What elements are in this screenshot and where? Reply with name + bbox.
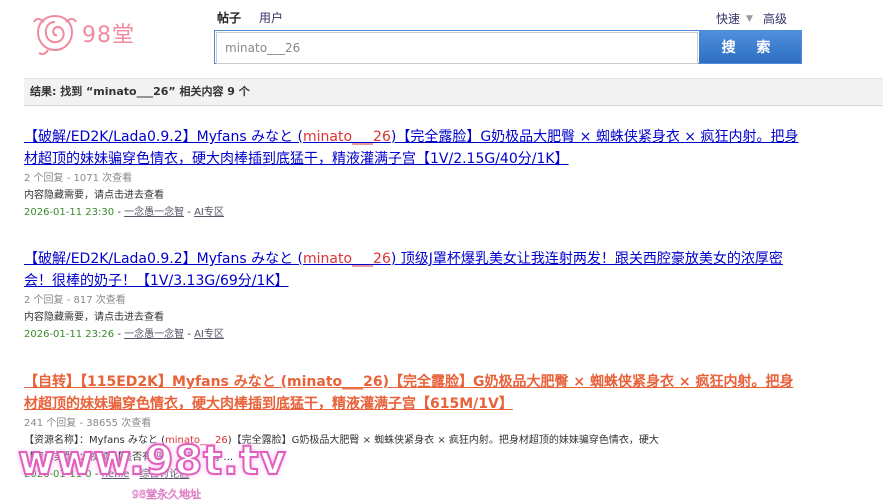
result-excerpt: 内容隐藏需要，请点击进去查看: [24, 312, 164, 323]
search-button[interactable]: 搜 索: [699, 31, 801, 63]
title-text: 【破解/ED2K/Lada0.9.2】Myfans みなと (: [24, 251, 304, 267]
title-highlight: minato___26: [303, 251, 391, 267]
author-link[interactable]: henie: [102, 469, 130, 480]
author-link[interactable]: 一念愚一念智: [124, 329, 184, 340]
result-item: 【破解/ED2K/Lada0.9.2】Myfans みなと (minato___…: [24, 248, 804, 343]
quick-search-label: 快速: [716, 12, 741, 26]
forum-link[interactable]: 综合讨论区: [139, 469, 189, 480]
watermark-subtext: 98堂永久地址: [132, 488, 202, 502]
excerpt-text: 【资源名称】：Myfans みなと (: [24, 435, 166, 446]
search-input[interactable]: [216, 32, 698, 64]
tab-users[interactable]: 用户: [259, 9, 283, 26]
result-summary: 结果: 找到 “minato___26” 相关内容 9 个: [24, 78, 883, 106]
post-date: 2026-01-11 23:30: [24, 207, 115, 218]
result-excerpt-line2: 【资源类型】：视频 【是否有码】：有码 【有 ...: [24, 452, 234, 463]
site-header: 98堂 帖子 用户 搜 索 快速 ▼ 高级: [0, 0, 883, 72]
result-info: 2026-01-11 0 - henie - 综合讨论区: [24, 466, 804, 483]
author-link[interactable]: 一念愚一念智: [124, 207, 184, 218]
advanced-search-link[interactable]: 高级: [763, 10, 787, 27]
search-box: 搜 索: [214, 30, 802, 64]
search-type-tabs: 帖子 用户: [217, 9, 301, 26]
header-links: 快速 ▼ 高级: [716, 10, 797, 27]
advanced-search-label: 高级: [762, 12, 787, 26]
result-info: 2026-01-11 23:30 - 一念愚一念智 - AI专区: [24, 204, 804, 221]
logo-text: 98堂: [82, 23, 135, 48]
rose-logo-icon: [33, 14, 77, 55]
result-excerpt: 【资源名称】：Myfans みなと (minato___26)【完全露脸】G奶极…: [24, 432, 804, 449]
caret-down-icon: ▼: [746, 13, 753, 24]
tab-posts[interactable]: 帖子: [217, 9, 241, 26]
forum-link[interactable]: AI专区: [194, 329, 224, 340]
result-item: 【自转】【115ED2K】Myfans みなと (minato___26)【完全…: [24, 371, 804, 483]
forum-link[interactable]: AI专区: [194, 207, 224, 218]
result-excerpt: 内容隐藏需要，请点击进去查看: [24, 190, 164, 201]
reply-view-count: 241 个回复 - 38655 次查看: [24, 418, 152, 429]
reply-view-count: 2 个回复 - 817 次查看: [24, 295, 126, 306]
title-text: 【破解/ED2K/Lada0.9.2】Myfans みなと (: [24, 129, 304, 145]
result-title-link[interactable]: 【自转】【115ED2K】Myfans みなと (minato___26)【完全…: [24, 371, 804, 415]
site-logo[interactable]: 98堂: [30, 10, 150, 56]
excerpt-text: )【完全露脸】G奶极品大肥臀 × 蜘蛛侠紧身衣 × 疯狂内射。把身材超顶的妹妹骗…: [227, 435, 659, 446]
result-item: 【破解/ED2K/Lada0.9.2】Myfans みなと (minato___…: [24, 126, 804, 221]
excerpt-highlight: minato___26: [165, 435, 228, 446]
result-title-link[interactable]: 【破解/ED2K/Lada0.9.2】Myfans みなと (minato___…: [24, 126, 804, 170]
result-info: 2026-01-11 23:26 - 一念愚一念智 - AI专区: [24, 326, 804, 343]
title-highlight: minato___26: [303, 129, 391, 145]
post-date: 2026-01-11 23:26: [24, 329, 115, 340]
separator: -: [94, 469, 102, 480]
result-title-link[interactable]: 【破解/ED2K/Lada0.9.2】Myfans みなと (minato___…: [24, 248, 804, 292]
reply-view-count: 2 个回复 - 1071 次查看: [24, 173, 133, 184]
quick-search-link[interactable]: 快速 ▼: [716, 10, 753, 27]
post-date: 2026-01-11 0: [24, 469, 92, 480]
